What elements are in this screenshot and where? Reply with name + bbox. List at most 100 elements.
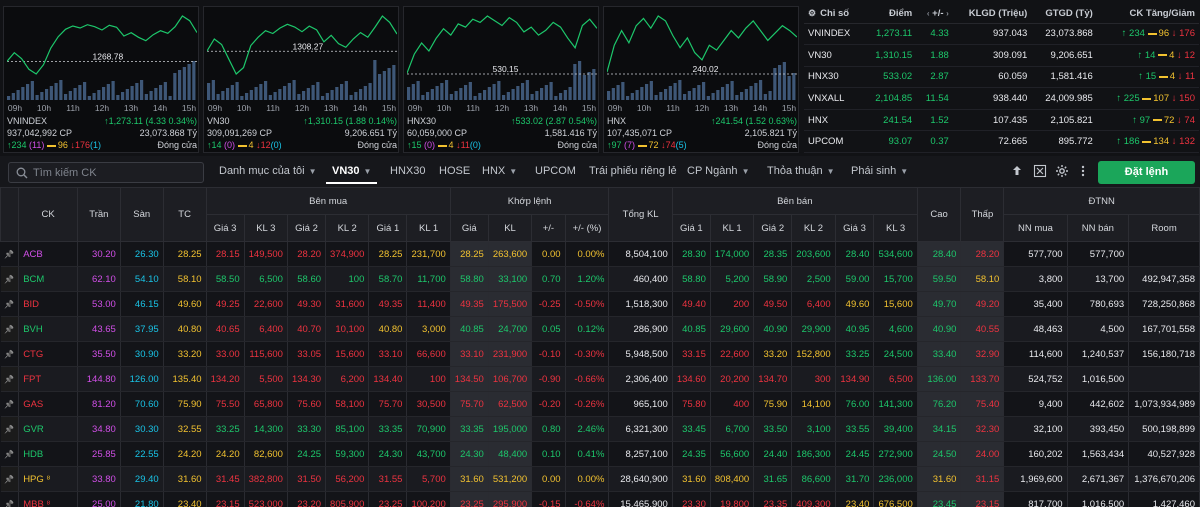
col-ask-price-3[interactable]: Giá 3 — [834, 214, 875, 242]
search-box[interactable] — [8, 162, 204, 183]
table-row[interactable]: 📌 BID 53.00 46.15 49.60 49.25 22,600 49.30 31,60… — [0, 291, 1200, 317]
col-ask-vol-1[interactable]: KL 1 — [709, 214, 755, 242]
summary-index-name[interactable]: HNX — [804, 109, 864, 132]
index-change: ↑533.02 (2.87 0.54%) — [510, 116, 597, 126]
col-foreign-buy[interactable]: NN mua — [1003, 214, 1068, 242]
table-row[interactable]: 📌 CTG 35.50 30.90 33.20 33.00 115,600 33.05 15,6… — [0, 341, 1200, 367]
col-bid-price-3[interactable]: Giá 3 — [205, 214, 245, 242]
col-bid-vol-3[interactable]: KL 3 — [243, 214, 288, 242]
symbol-cell: BCM — [18, 266, 78, 292]
col-bid-vol-2[interactable]: KL 2 — [325, 214, 370, 242]
col-total-volume[interactable]: Tổng KL — [608, 187, 673, 242]
table-row[interactable]: 📌 GAS 81.20 70.60 75.90 75.50 65,800 75.60 58,10… — [0, 391, 1200, 417]
group-buy: Bên mua — [205, 187, 451, 215]
pin-icon[interactable]: 📌 — [0, 241, 20, 267]
table-row[interactable]: 📌 GVR 34.80 30.30 32.55 33.25 14,300 33.30 85,10… — [0, 416, 1200, 442]
table-row[interactable]: 📌 MBB ⁸ 25.00 21.80 23.40 23.15 523,000 23.20 80… — [0, 491, 1200, 507]
tab-danh-mục-của-tôi[interactable]: Danh mục của tôi ▼ — [219, 165, 317, 177]
table-row[interactable]: 📌 HDB 25.85 22.55 24.20 24.20 82,600 24.25 59,30… — [0, 441, 1200, 467]
col-match-pct[interactable]: +/- (%) — [564, 214, 610, 242]
col-room[interactable]: Room — [1128, 214, 1200, 242]
index-chart-vn30[interactable]: 1308.27 09h 10h 11h 12h 13h 14h 15h VN30 ↑1,310.1… — [203, 6, 399, 153]
tab-hnx30[interactable]: HNX30 — [390, 165, 425, 177]
summary-row[interactable]: HNX30 533.02 2.87 60.059 1,581.416 ↑ 15 4 ↓ 1… — [804, 66, 1199, 89]
col-volume[interactable]: KLGD (Triệu) — [952, 5, 1032, 24]
summary-index-name[interactable]: VN30 — [804, 44, 864, 67]
col-change[interactable]: ‹ +/- › — [916, 5, 953, 24]
excel-icon[interactable] — [1033, 164, 1047, 178]
room-cell: 1,376,670,206 — [1128, 466, 1200, 492]
gear-icon[interactable] — [1055, 164, 1069, 178]
bid-price-3: 24.20 — [206, 441, 245, 467]
col-ask-vol-3[interactable]: KL 3 — [873, 214, 918, 242]
pin-icon[interactable]: 📌 — [0, 441, 20, 467]
table-row[interactable]: 📌 FPT 144.80 126.00 135.40 134.20 5,500 134.30 6… — [0, 366, 1200, 392]
col-value[interactable]: GTGD (Tỷ) — [1031, 5, 1097, 24]
col-ask-price-2[interactable]: Giá 2 — [753, 214, 793, 242]
summary-row[interactable]: VNINDEX 1,273.11 4.33 937.043 23,073.868 ↑ 23… — [804, 23, 1199, 46]
pin-icon[interactable]: 📌 — [0, 316, 20, 342]
volume-bar — [492, 84, 496, 100]
col-match-change[interactable]: +/- — [531, 214, 566, 242]
col-ask-price-1[interactable]: Giá 1 — [671, 214, 711, 242]
pin-icon[interactable]: 📌 — [0, 266, 20, 292]
col-match-price[interactable]: Giá — [449, 214, 489, 242]
col-point[interactable]: Điểm — [863, 5, 917, 24]
tab-vn30[interactable]: VN30 ▼ — [325, 165, 378, 184]
upload-icon[interactable] — [1010, 164, 1024, 178]
table-row[interactable]: 📌 BVH 43.65 37.95 40.80 40.65 6,400 40.70 10,100… — [0, 316, 1200, 342]
tab-trái-phiếu-riêng-lẻ[interactable]: Trái phiếu riêng lẻ — [589, 165, 677, 177]
tab-hose[interactable]: HOSE — [439, 165, 470, 177]
summary-index-name[interactable]: VNXALL — [804, 87, 864, 110]
tab-upcom[interactable]: UPCOM — [535, 165, 576, 177]
summary-index-name[interactable]: VNINDEX — [804, 23, 864, 46]
col-bid-price-1[interactable]: Giá 1 — [368, 214, 408, 242]
floor-cell: 29.40 — [120, 466, 164, 492]
index-chart-vnindex[interactable]: 1268.78 09h 10h 11h 12h 13h 14h 15h VNINDEX ↑1,27… — [3, 6, 199, 153]
search-input[interactable] — [33, 165, 198, 181]
ceiling-count: (7) — [624, 140, 636, 150]
index-chart-hnx[interactable]: 240.02 09h 10h 11h 12h 13h 14h 15h HNX ↑241.54 (1… — [603, 6, 799, 153]
tab-phái-sinh[interactable]: Phái sinh ▼ — [851, 165, 908, 177]
pin-icon[interactable]: 📌 — [0, 366, 20, 392]
match-pct: -0.66% — [565, 366, 610, 392]
tab-thỏa-thuận[interactable]: Thỏa thuận ▼ — [767, 165, 835, 177]
col-reference[interactable]: TC — [162, 187, 207, 242]
pin-icon[interactable]: 📌 — [0, 491, 20, 507]
more-icon[interactable] — [1076, 164, 1090, 178]
pin-icon[interactable]: 📌 — [0, 466, 20, 492]
tab-hnx[interactable]: HNX ▼ — [482, 165, 517, 177]
col-ask-vol-2[interactable]: KL 2 — [791, 214, 836, 242]
col-symbol[interactable]: CK — [18, 187, 78, 242]
col-foreign-sell[interactable]: NN bán — [1066, 214, 1130, 242]
index-chart-hnx30[interactable]: 530.15 09h 10h 11h 12h 13h 14h 15h HNX30 ↑533.02 … — [403, 6, 599, 153]
col-floor[interactable]: Sàn — [119, 187, 164, 242]
col-high[interactable]: Cao — [916, 187, 962, 242]
summary-index-name[interactable]: UPCOM — [804, 130, 864, 154]
summary-index-name[interactable]: HNX30 — [804, 66, 864, 89]
col-bid-vol-1[interactable]: KL 1 — [406, 214, 451, 242]
bid-vol-1: 3,000 — [406, 316, 451, 342]
table-row[interactable]: 📌 HPG ⁸ 33.80 29.40 31.60 31.45 382,800 31.50 56… — [0, 466, 1200, 492]
match-price: 33.10 — [450, 341, 489, 367]
summary-row[interactable]: VNXALL 2,104.85 11.54 938.440 24,009.985 ↑ 22… — [804, 87, 1199, 110]
col-match-vol[interactable]: KL — [487, 214, 533, 242]
info-row-1: VN30 ↑1,310.15 (1.88 0.14%) — [207, 115, 397, 127]
table-row[interactable]: 📌 BCM 62.10 54.10 58.10 58.50 6,500 58.60 100 58.… — [0, 266, 1200, 292]
summary-row[interactable]: HNX 241.54 1.52 107.435 2,105.821 ↑ 97 72 ↓ 7… — [804, 109, 1199, 132]
tab-cp-ngành[interactable]: CP Ngành ▼ — [687, 165, 749, 177]
place-order-button[interactable]: Đặt lệnh — [1098, 161, 1195, 184]
col-low[interactable]: Thấp — [960, 187, 1005, 242]
summary-row[interactable]: VN30 1,310.15 1.88 309.091 9,206.651 ↑ 14 4 ↓… — [804, 44, 1199, 67]
col-adv-dec[interactable]: CK Tăng/Giảm — [1096, 5, 1199, 24]
pin-icon[interactable]: 📌 — [0, 391, 20, 417]
summary-row[interactable]: UPCOM 93.07 0.37 72.665 895.772 ↑ 186 134 ↓ 1… — [804, 130, 1199, 154]
col-index[interactable]: ⚙ Chỉ số — [804, 5, 864, 24]
col-bid-price-2[interactable]: Giá 2 — [286, 214, 327, 242]
pin-icon[interactable]: 📌 — [0, 341, 20, 367]
up-count: 234 — [11, 140, 27, 150]
pin-icon[interactable]: 📌 — [0, 416, 20, 442]
table-row[interactable]: 📌 ACB 30.20 26.30 28.25 28.15 149,500 28.20 374,… — [0, 241, 1200, 267]
col-ceiling[interactable]: Trần — [76, 187, 121, 242]
pin-icon[interactable]: 📌 — [0, 291, 20, 317]
